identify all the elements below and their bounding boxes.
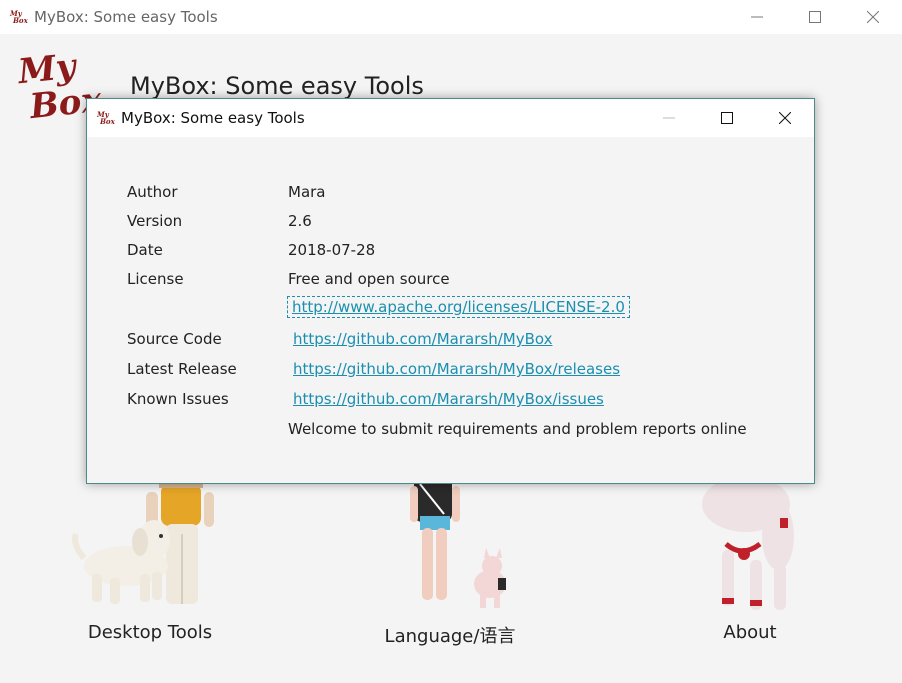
source-code-label: Source Code — [127, 330, 222, 348]
dialog-maximize-button[interactable] — [698, 99, 756, 137]
author-label: Author — [127, 183, 178, 201]
about-dialog: My Box MyBox: Some easy Tools Author Mar… — [86, 98, 815, 484]
latest-release-link[interactable]: https://github.com/Mararsh/MyBox/release… — [293, 360, 620, 378]
desktop-tools-label[interactable]: Desktop Tools — [50, 622, 250, 643]
dialog-title: MyBox: Some easy Tools — [121, 109, 305, 127]
main-minimize-button[interactable] — [728, 0, 786, 34]
about-image[interactable] — [698, 474, 808, 614]
minimize-icon — [751, 16, 763, 18]
date-value: 2018-07-28 — [288, 241, 376, 259]
license-label: License — [127, 270, 184, 288]
version-value: 2.6 — [288, 212, 312, 230]
license-link[interactable]: http://www.apache.org/licenses/LICENSE-2… — [287, 296, 630, 318]
desktop-tools-image[interactable] — [66, 474, 216, 614]
main-heading: MyBox: Some easy Tools — [130, 72, 424, 100]
welcome-text: Welcome to submit requirements and probl… — [288, 420, 747, 438]
maximize-icon — [809, 11, 821, 23]
main-window-title: MyBox: Some easy Tools — [34, 8, 218, 26]
known-issues-link[interactable]: https://github.com/Mararsh/MyBox/issues — [293, 390, 604, 408]
language-label[interactable]: Language/语言 — [350, 622, 550, 648]
language-image[interactable] — [400, 474, 520, 614]
main-window-controls — [728, 0, 902, 34]
main-close-button[interactable] — [844, 0, 902, 34]
source-code-link[interactable]: https://github.com/Mararsh/MyBox — [293, 330, 552, 348]
latest-release-label: Latest Release — [127, 360, 237, 378]
dialog-icon-text-2: Box — [100, 117, 115, 126]
close-icon — [867, 11, 879, 23]
dialog-app-icon: My Box — [97, 109, 115, 127]
minimize-icon — [663, 117, 675, 119]
dialog-close-button[interactable] — [756, 99, 814, 137]
main-titlebar: My Box MyBox: Some easy Tools — [0, 0, 902, 34]
maximize-icon — [721, 112, 733, 124]
app-logo-icon: My Box — [10, 8, 28, 26]
date-label: Date — [127, 241, 163, 259]
dialog-titlebar: My Box MyBox: Some easy Tools — [87, 99, 814, 137]
about-label[interactable]: About — [650, 622, 850, 643]
known-issues-label: Known Issues — [127, 390, 229, 408]
dialog-minimize-button[interactable] — [640, 99, 698, 137]
license-value: Free and open source — [288, 270, 450, 288]
close-icon — [779, 112, 791, 124]
dialog-window-controls — [640, 99, 814, 137]
version-label: Version — [127, 212, 183, 230]
author-value: Mara — [288, 183, 326, 201]
app-icon-text-2: Box — [13, 16, 28, 25]
main-maximize-button[interactable] — [786, 0, 844, 34]
